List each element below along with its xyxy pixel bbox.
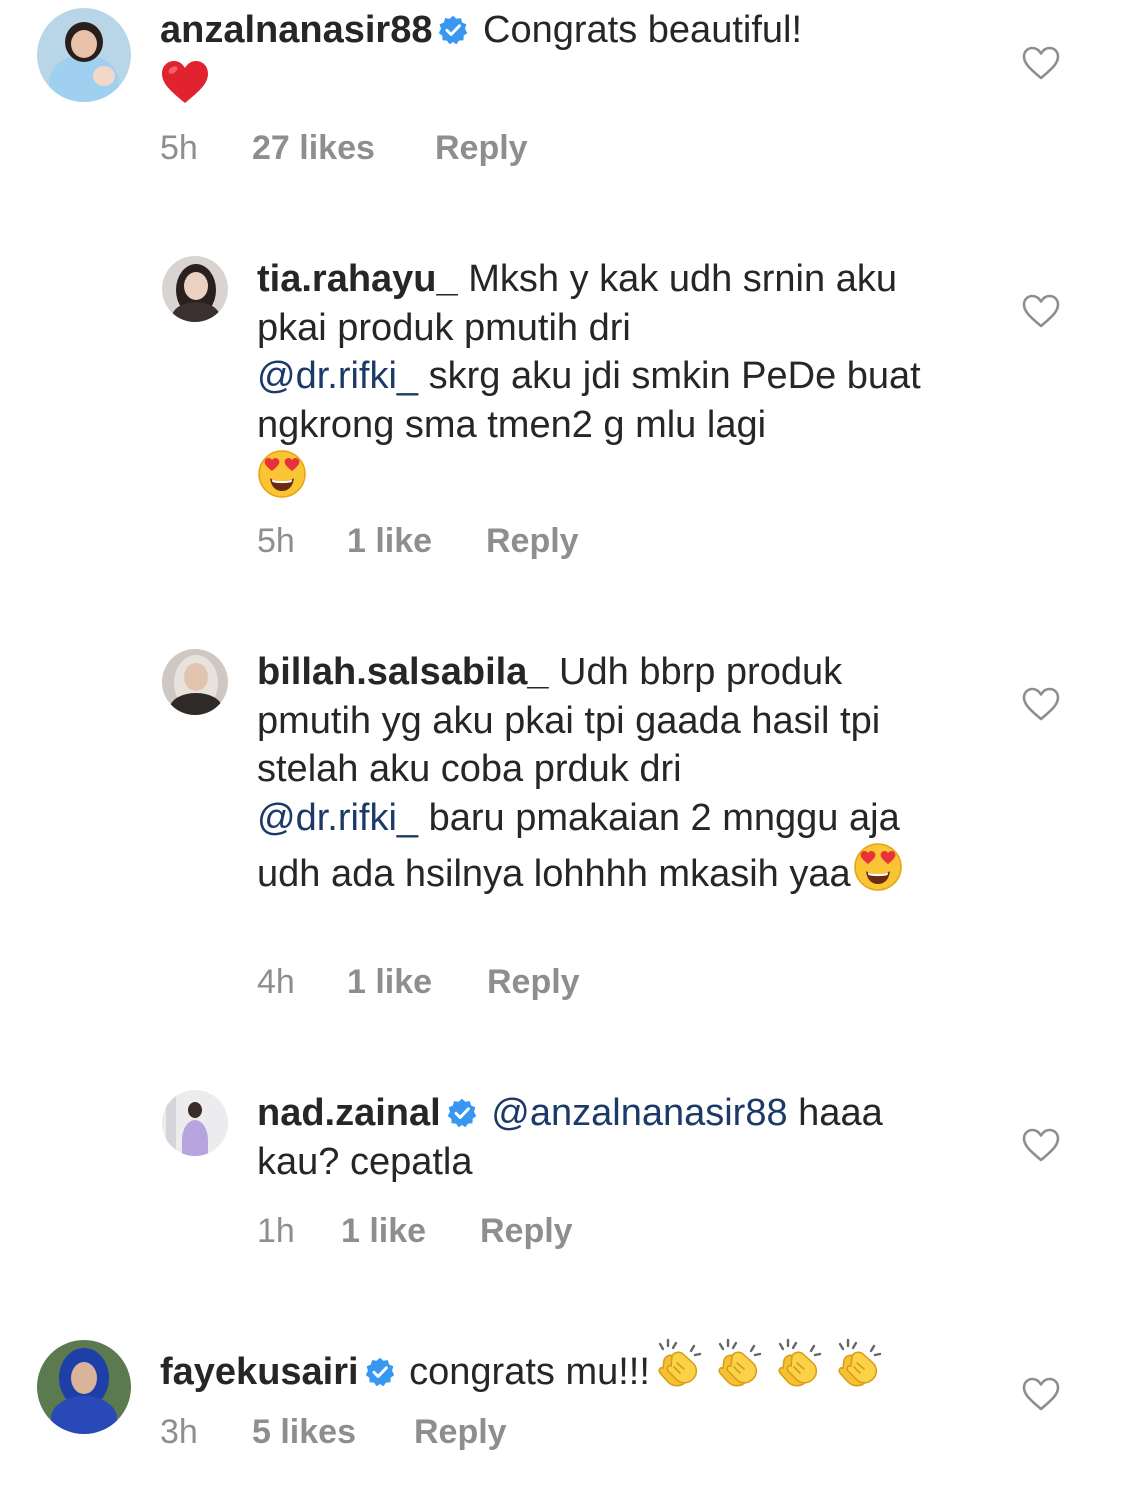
mention-link[interactable]: @dr.rifki_ bbox=[257, 797, 418, 839]
verified-badge-icon bbox=[365, 1357, 395, 1387]
comment-text: tia.rahayu_ Mksh y kak udh srnin aku pka… bbox=[257, 255, 957, 506]
comment-body: Congrats beautiful! bbox=[483, 9, 803, 51]
avatar[interactable] bbox=[162, 1090, 228, 1156]
verified-badge-icon bbox=[438, 15, 468, 45]
comment-text: nad.zainal @anzalnanasir88 haaa kau? cep… bbox=[257, 1089, 957, 1186]
like-heart-icon[interactable] bbox=[1021, 1376, 1061, 1412]
heart-eyes-icon bbox=[257, 449, 307, 499]
comment-text: fayekusairi congrats mu!!! bbox=[160, 1338, 960, 1397]
likes-count[interactable]: 1 like bbox=[347, 962, 432, 1002]
heart-eyes-icon bbox=[853, 842, 903, 892]
clapping-hands-icon bbox=[770, 1338, 826, 1390]
reply-button[interactable]: Reply bbox=[486, 521, 579, 561]
mention-link[interactable]: @anzalnanasir88 bbox=[491, 1092, 787, 1134]
timestamp: 1h bbox=[257, 1212, 295, 1250]
avatar[interactable] bbox=[37, 1340, 131, 1434]
timestamp: 3h bbox=[160, 1413, 198, 1451]
like-heart-icon[interactable] bbox=[1021, 1127, 1061, 1163]
clapping-hands-icon bbox=[710, 1338, 766, 1390]
timestamp: 4h bbox=[257, 963, 295, 1001]
username[interactable]: fayekusairi bbox=[160, 1351, 359, 1393]
reply-button[interactable]: Reply bbox=[414, 1412, 507, 1452]
avatar[interactable] bbox=[37, 8, 131, 102]
like-heart-icon[interactable] bbox=[1021, 293, 1061, 329]
like-heart-icon[interactable] bbox=[1021, 686, 1061, 722]
username[interactable]: anzalnanasir88 bbox=[160, 9, 432, 51]
username[interactable]: billah.salsabila_ bbox=[257, 651, 548, 693]
comment-text: billah.salsabila_ Udh bbrp produk pmutih… bbox=[257, 648, 957, 899]
comment-meta: 4h 1 like Reply bbox=[257, 962, 857, 1002]
comment-meta: 5h 27 likes Reply bbox=[160, 128, 760, 168]
comment-meta: 3h 5 likes Reply bbox=[160, 1412, 760, 1452]
likes-count[interactable]: 1 like bbox=[347, 521, 432, 561]
likes-count[interactable]: 27 likes bbox=[252, 128, 375, 168]
reply-button[interactable]: Reply bbox=[487, 962, 580, 1002]
timestamp: 5h bbox=[160, 129, 198, 167]
comment-meta: 5h 1 like Reply bbox=[257, 521, 857, 561]
mention-link[interactable]: @dr.rifki_ bbox=[257, 355, 418, 397]
avatar[interactable] bbox=[162, 256, 228, 322]
username[interactable]: nad.zainal bbox=[257, 1092, 441, 1134]
timestamp: 5h bbox=[257, 522, 295, 560]
clapping-hands-icon bbox=[830, 1338, 886, 1390]
likes-count[interactable]: 1 like bbox=[341, 1211, 426, 1251]
comment-meta: 1h 1 like Reply bbox=[257, 1211, 857, 1251]
username[interactable]: tia.rahayu_ bbox=[257, 258, 458, 300]
comment-text: anzalnanasir88 Congrats beautiful! bbox=[160, 6, 960, 111]
avatar[interactable] bbox=[162, 649, 228, 715]
reply-button[interactable]: Reply bbox=[435, 128, 528, 168]
verified-badge-icon bbox=[447, 1098, 477, 1128]
likes-count[interactable]: 5 likes bbox=[252, 1412, 356, 1452]
reply-button[interactable]: Reply bbox=[480, 1211, 573, 1251]
red-heart-icon bbox=[160, 59, 210, 105]
like-heart-icon[interactable] bbox=[1021, 45, 1061, 81]
clapping-hands-icon bbox=[650, 1338, 706, 1390]
comment-body: congrats mu!!! bbox=[409, 1351, 650, 1393]
